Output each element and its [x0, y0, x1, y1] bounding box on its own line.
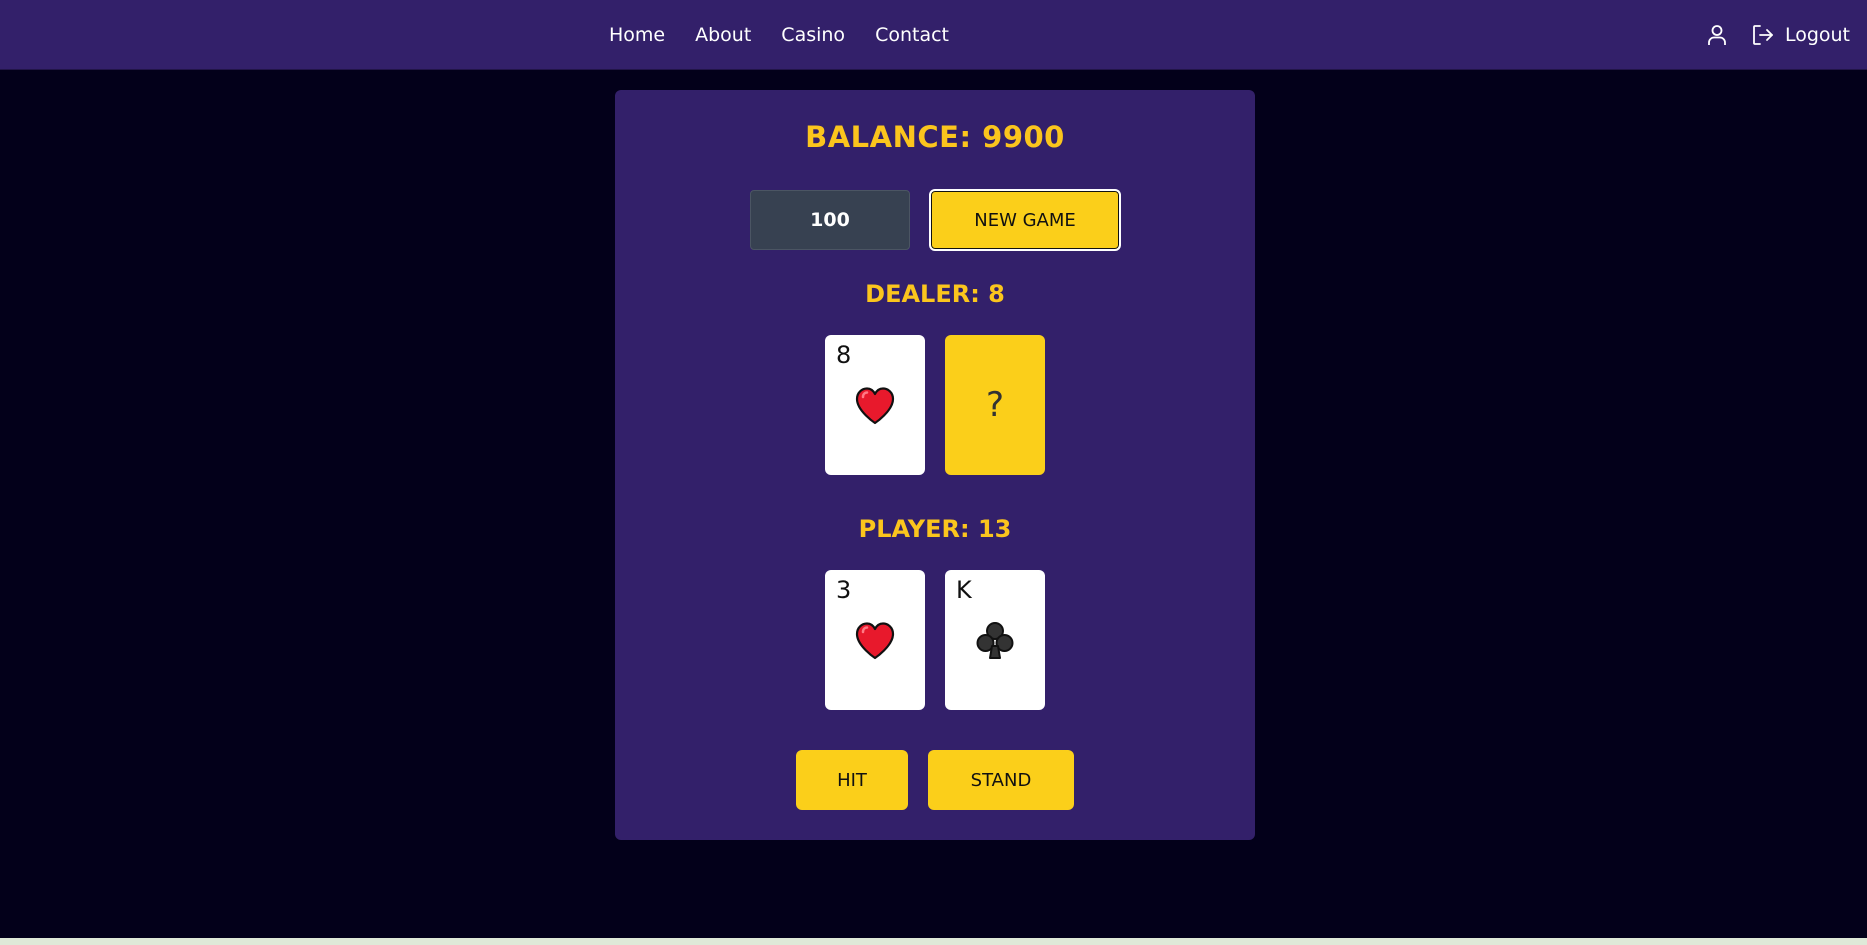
hidden-card-mark: ? [985, 385, 1005, 425]
player-score: PLAYER: 13 [858, 515, 1012, 543]
nav-link-home[interactable]: Home [609, 24, 665, 46]
stand-button[interactable]: STAND [928, 750, 1074, 810]
bet-amount-input[interactable] [750, 190, 910, 250]
balance-display: BALANCE: 9900 [805, 120, 1065, 154]
logout-button[interactable]: Logout [1751, 23, 1850, 47]
player-card: 3 [825, 570, 925, 710]
club-suit-icon [974, 620, 1016, 662]
card-rank: K [956, 576, 972, 604]
dealer-card: 8 [825, 335, 925, 475]
blackjack-panel: BALANCE: 9900 NEW GAME DEALER: 8 8 ? PLA… [615, 90, 1255, 840]
top-navbar: Home About Casino Contact Logout [0, 0, 1867, 70]
dealer-score: DEALER: 8 [865, 280, 1005, 308]
nav-links: Home About Casino Contact [609, 0, 949, 70]
new-game-button[interactable]: NEW GAME [929, 189, 1121, 251]
nav-link-contact[interactable]: Contact [875, 24, 949, 46]
heart-suit-icon [854, 620, 896, 662]
nav-right: Logout [1706, 0, 1850, 70]
nav-link-casino[interactable]: Casino [781, 24, 845, 46]
heart-suit-icon [854, 385, 896, 427]
player-card: K [945, 570, 1045, 710]
logout-label: Logout [1784, 24, 1850, 46]
nav-link-about[interactable]: About [695, 24, 751, 46]
hit-button[interactable]: HIT [796, 750, 908, 810]
card-rank: 8 [836, 341, 852, 369]
logout-icon [1751, 23, 1775, 47]
card-rank: 3 [836, 576, 852, 604]
bottom-strip [0, 938, 1867, 945]
dealer-hidden-card: ? [945, 335, 1045, 475]
user-icon[interactable] [1706, 23, 1728, 47]
